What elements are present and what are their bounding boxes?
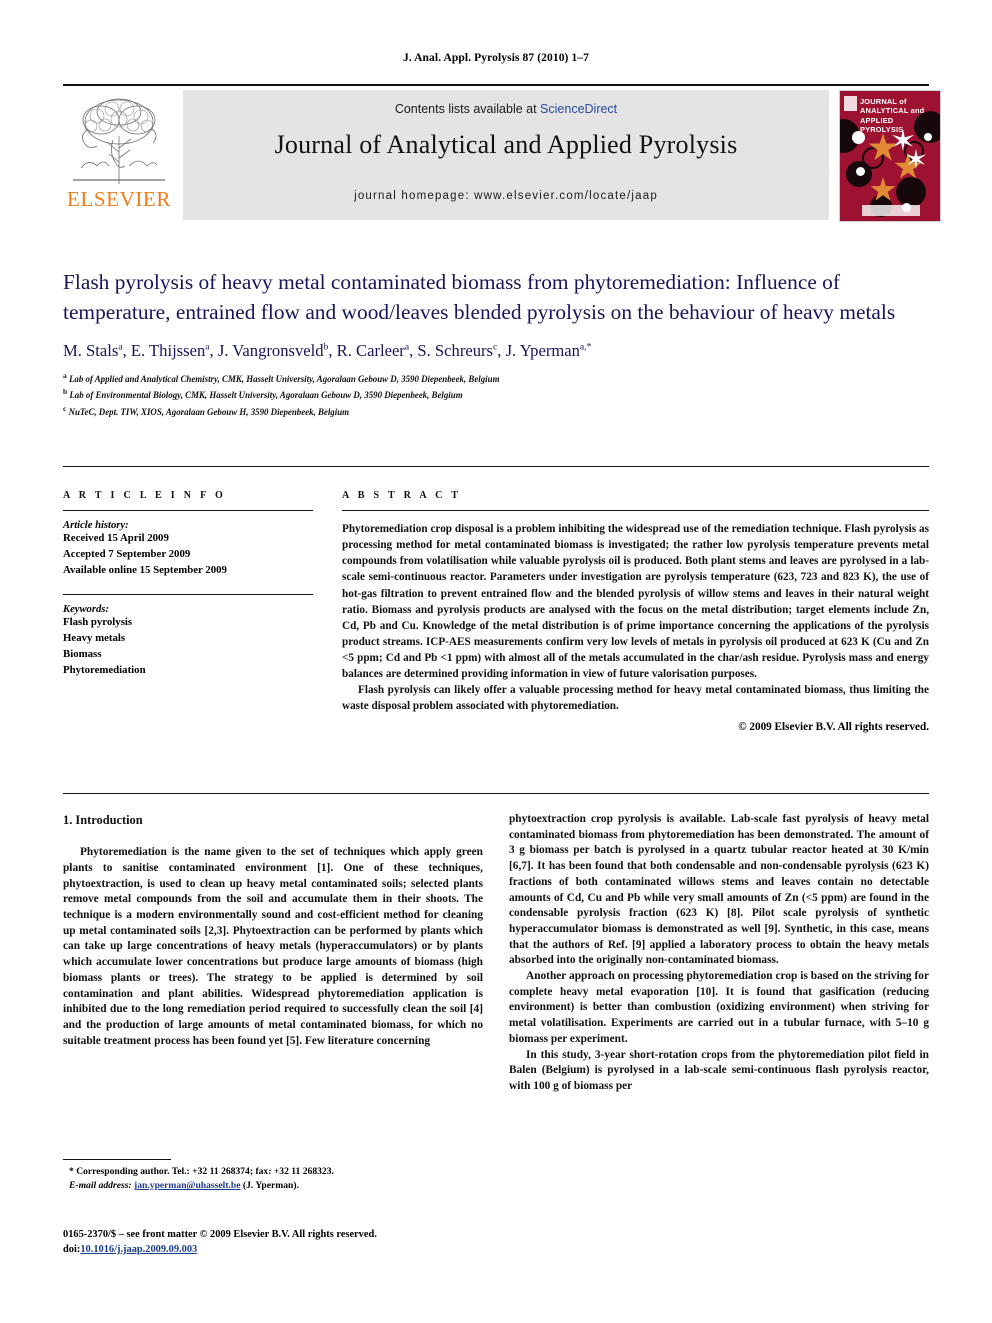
divider [63, 510, 313, 511]
abstract-paragraph: Flash pyrolysis can likely offer a valua… [342, 684, 929, 713]
imprint-block: 0165-2370/$ – see front matter © 2009 El… [63, 1228, 503, 1258]
body-paragraph: In this study, 3-year short-rotation cro… [509, 1048, 929, 1092]
abstract-panel: A B S T R A C T Phytoremediation crop di… [342, 490, 929, 733]
running-head: J. Anal. Appl. Pyrolysis 87 (2010) 1–7 [402, 52, 589, 64]
article-info-heading: A R T I C L E I N F O [63, 490, 227, 501]
doi-line: doi:10.1016/j.jaap.2009.09.003 [63, 1243, 503, 1258]
journal-homepage[interactable]: journal homepage: www.elsevier.com/locat… [183, 190, 829, 202]
body-paragraph: Another approach on processing phytoreme… [509, 970, 929, 1045]
keyword-item: Phytoremediation [63, 663, 146, 676]
author-name: S. Schreurs [417, 340, 493, 360]
author-name: R. Carleer [336, 340, 405, 360]
elsevier-wordmark: ELSEVIER [67, 187, 171, 211]
cover-dot-icon [896, 177, 926, 207]
affiliation-item: a Lab of Applied and Analytical Chemistr… [63, 370, 929, 386]
email-note: E-mail address: jan.yperman@uhasselt.be … [63, 1179, 483, 1193]
body-column-right: phytoextraction crop pyrolysis is availa… [509, 812, 929, 1095]
cover-footer-mark [862, 205, 920, 216]
article-history-label: Article history: [63, 520, 129, 531]
email-owner: (J. Yperman). [242, 1180, 299, 1192]
cover-title-text: JOURNAL of ANALYTICAL and APPLIED PYROLY… [860, 97, 925, 135]
affiliation-list: a Lab of Applied and Analytical Chemistr… [63, 370, 929, 419]
article-history-list: Received 15 April 2009 Accepted 7 Septem… [63, 531, 313, 578]
affiliation-mark: a [63, 370, 67, 380]
title-block: Flash pyrolysis of heavy metal contamina… [63, 267, 929, 419]
sciencedirect-link[interactable]: ScienceDirect [540, 102, 617, 116]
journal-cover-thumbnail[interactable]: JOURNAL of ANALYTICAL and APPLIED PYROLY… [839, 90, 941, 222]
affiliation-text: Lab of Applied and Analytical Chemistry,… [68, 373, 500, 384]
page-title: Flash pyrolysis of heavy metal contamina… [63, 270, 896, 325]
body-paragraph: phytoextraction crop pyrolysis is availa… [509, 813, 929, 967]
keyword-item: Heavy metals [63, 632, 126, 644]
author-name: E. Thijssen [130, 340, 206, 360]
keyword-item: Biomass [63, 647, 102, 660]
cover-elsevier-mark-icon [844, 96, 857, 111]
doi-label: doi: [63, 1243, 81, 1255]
issn-front-matter: 0165-2370/$ – see front matter © 2009 El… [63, 1229, 377, 1240]
author-mark: a,* [579, 341, 592, 353]
history-item: Available online 15 September 2009 [63, 563, 227, 576]
cover-dot-icon [856, 167, 865, 176]
email-label: E-mail address: [69, 1180, 132, 1192]
keywords-label: Keywords: [63, 604, 109, 616]
elsevier-logo: ELSEVIER [63, 90, 175, 220]
copyright-notice: © 2009 Elsevier B.V. All rights reserved… [738, 720, 929, 733]
keyword-item: Flash pyrolysis [63, 616, 133, 629]
contents-prefix: Contents lists available at [394, 102, 541, 116]
author-email-link[interactable]: jan.yperman@uhasselt.be [134, 1180, 240, 1191]
author-name: M. Stals [63, 340, 119, 360]
affiliation-text: NuTeC, Dept. TIW, XIOS, Agoralaan Gebouw… [68, 406, 350, 417]
article-info-panel: A R T I C L E I N F O Article history: R… [63, 490, 313, 678]
abstract-body: Phytoremediation crop disposal is a prob… [342, 521, 929, 715]
section-heading-introduction: 1. Introduction [63, 813, 143, 827]
abstract-heading: A B S T R A C T [342, 490, 462, 501]
doi-link[interactable]: 10.1016/j.jaap.2009.09.003 [80, 1244, 197, 1255]
keywords-block: Keywords: Flash pyrolysis Heavy metals B… [63, 594, 313, 678]
divider [342, 510, 929, 511]
divider [63, 594, 313, 596]
abstract-paragraph: Phytoremediation crop disposal is a prob… [342, 523, 929, 681]
author-mark: b [323, 341, 329, 353]
author-name: J. Yperman [505, 340, 580, 360]
author-mark: a [404, 341, 410, 353]
affiliation-mark: c [63, 403, 67, 413]
author-mark: a [205, 341, 210, 353]
affiliation-text: Lab of Environmental Biology, CMK, Hasse… [69, 390, 463, 401]
author-mark: a [118, 341, 123, 353]
divider-below-abstract [63, 793, 929, 794]
footnote-block: * Corresponding author. Tel.: +32 11 268… [63, 1165, 483, 1194]
body-paragraph: Phytoremediation is the name given to th… [63, 846, 483, 1047]
history-item: Accepted 7 September 2009 [63, 547, 191, 560]
elsevier-tree-icon [73, 98, 165, 184]
affiliation-item: c NuTeC, Dept. TIW, XIOS, Agoralaan Gebo… [63, 403, 929, 419]
divider-above-abstract [63, 466, 929, 467]
contents-available-line: Contents lists available at ScienceDirec… [183, 102, 829, 116]
author-mark: c [493, 341, 498, 353]
body-column-left: 1. Introduction Phytoremediation is the … [63, 812, 483, 1049]
author-name: J. Vangronsveld [217, 340, 324, 360]
author-list: M. Stalsa, E. Thijssena, J. Vangronsveld… [63, 340, 592, 360]
journal-masthead: ELSEVIER Contents lists available at Sci… [63, 84, 941, 222]
footnote-divider [63, 1159, 171, 1160]
article-page: J. Anal. Appl. Pyrolysis 87 (2010) 1–7 E… [0, 0, 992, 1323]
journal-title: Journal of Analytical and Applied Pyroly… [274, 130, 738, 159]
journal-banner: Contents lists available at ScienceDirec… [183, 90, 829, 220]
keywords-list: Flash pyrolysis Heavy metals Biomass Phy… [63, 615, 313, 678]
affiliation-item: b Lab of Environmental Biology, CMK, Has… [63, 386, 929, 402]
affiliation-mark: b [63, 387, 68, 397]
history-item: Received 15 April 2009 [63, 532, 169, 544]
corresponding-author-note: * Corresponding author. Tel.: +32 11 268… [69, 1166, 334, 1177]
